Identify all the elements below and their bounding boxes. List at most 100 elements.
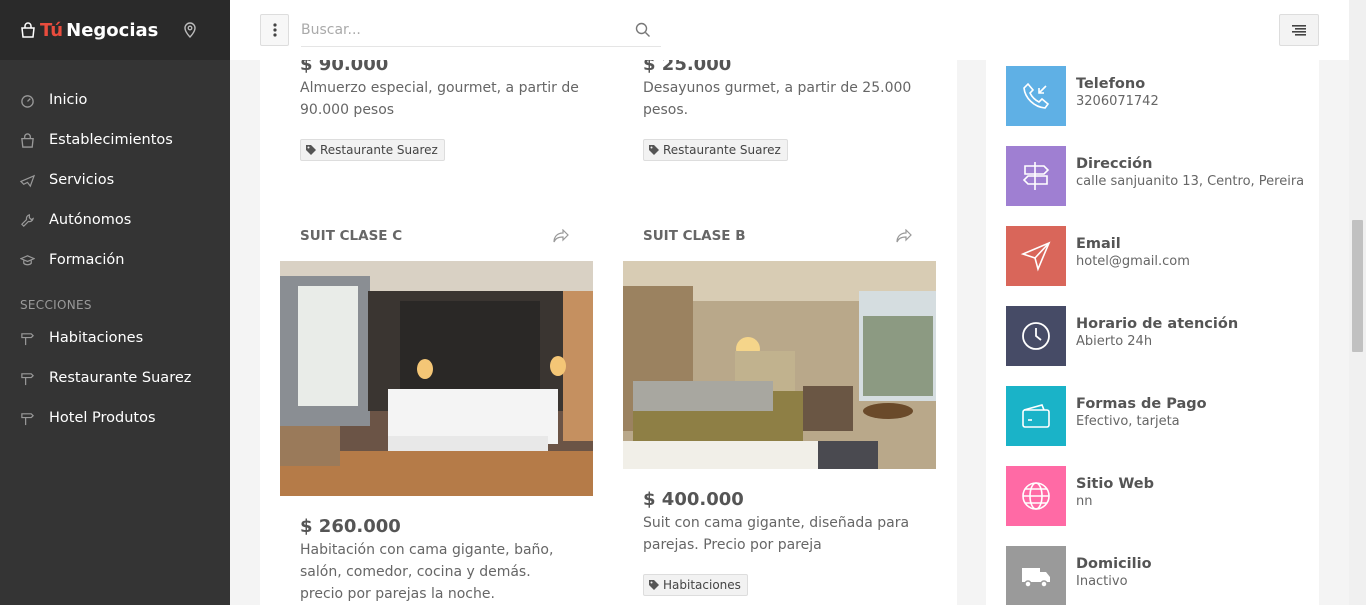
share-icon[interactable] — [553, 229, 569, 243]
search-bar — [301, 14, 661, 47]
contact-value: Efectivo, tarjeta — [1076, 414, 1180, 429]
contact-icon-box — [1006, 466, 1066, 526]
product-description: Suit con cama gigante, diseñada para par… — [643, 515, 910, 553]
panel-toggle-button[interactable] — [1279, 14, 1319, 46]
contact-text: Email hotel@gmail.com — [1076, 226, 1190, 286]
nav-item-habitaciones[interactable]: Habitaciones — [0, 318, 230, 358]
nav-item-establecimientos[interactable]: Establecimientos — [0, 120, 230, 160]
nav-label: Inicio — [49, 92, 88, 108]
product-card: $ 25.000 Desayunos gurmet, a partir de 2… — [643, 60, 913, 161]
nav-item-formacion[interactable]: Formación — [0, 240, 230, 280]
contact-domicilio[interactable]: Domicilio Inactivo — [1006, 546, 1152, 605]
product-card: $ 90.000 Almuerzo especial, gourmet, a p… — [300, 60, 590, 161]
sidebar: Tú Negocias Inicio Establecimientos Serv… — [0, 0, 230, 605]
list-icon — [1292, 24, 1306, 36]
truck-icon — [1022, 568, 1050, 588]
product-image-suit-c[interactable] — [280, 261, 593, 496]
contact-icon-box — [1006, 226, 1066, 286]
nav-item-restaurante-suarez[interactable]: Restaurante Suarez — [0, 358, 230, 398]
products-grid: $ 90.000 Almuerzo especial, gourmet, a p… — [260, 60, 957, 605]
shopping-bag-icon — [21, 22, 35, 38]
contact-horario[interactable]: Horario de atención Abierto 24h — [1006, 306, 1238, 366]
signpost-icon — [1022, 162, 1050, 190]
hotel-room-image — [280, 261, 593, 496]
product-title-text: SUIT CLASE C — [300, 228, 403, 244]
contact-formas-pago[interactable]: Formas de Pago Efectivo, tarjeta — [1006, 386, 1207, 446]
location-pin-icon[interactable] — [183, 22, 197, 38]
phone-incoming-icon — [1023, 82, 1050, 109]
wallet-icon — [1022, 404, 1050, 428]
sections-heading: SECCIONES — [20, 298, 92, 312]
contact-text: Formas de Pago Efectivo, tarjeta — [1076, 386, 1207, 446]
product-title: SUIT CLASE C — [300, 228, 402, 244]
contact-text: Dirección calle sanjuanito 13, Centro, P… — [1076, 146, 1304, 206]
contact-text: Telefono 3206071742 — [1076, 66, 1159, 126]
vertical-dots-icon — [272, 23, 277, 37]
contact-direccion[interactable]: Dirección calle sanjuanito 13, Centro, P… — [1006, 146, 1304, 206]
contact-title: Domicilio — [1076, 556, 1152, 572]
product-tag[interactable]: Restaurante Suarez — [643, 139, 788, 161]
contact-text: Horario de atención Abierto 24h — [1076, 306, 1238, 366]
tag-icon — [649, 580, 659, 590]
contact-title: Dirección — [1076, 156, 1153, 172]
signpost-icon — [21, 412, 34, 425]
plane-icon — [20, 174, 35, 187]
signpost-icon — [21, 332, 34, 345]
scrollbar-thumb[interactable] — [1352, 220, 1363, 352]
product-description: Habitación con cama gigante, baño, salón… — [300, 542, 554, 602]
nav-label: Restaurante Suarez — [49, 370, 192, 386]
tag-label: Restaurante Suarez — [663, 143, 781, 157]
nav-label: Hotel Produtos — [49, 410, 156, 426]
search-icon[interactable] — [635, 22, 651, 38]
nav-label: Formación — [49, 252, 125, 268]
contact-sitio-web[interactable]: Sitio Web nn — [1006, 466, 1154, 526]
contact-title: Sitio Web — [1076, 476, 1155, 492]
contact-email[interactable]: Email hotel@gmail.com — [1006, 226, 1190, 286]
product-price: $ 25.000 — [643, 60, 732, 75]
share-icon[interactable] — [896, 229, 912, 243]
bag-icon — [21, 132, 34, 148]
contact-telefono[interactable]: Telefono 3206071742 — [1006, 66, 1159, 126]
dashboard-icon — [21, 94, 34, 108]
tag-icon — [306, 145, 316, 155]
product-description: Almuerzo especial, gourmet, a partir de … — [300, 80, 579, 118]
contact-icon-box — [1006, 146, 1066, 206]
product-description: Desayunos gurmet, a partir de 25.000 pes… — [643, 80, 912, 118]
nav-label: Establecimientos — [49, 132, 173, 148]
nav-item-inicio[interactable]: Inicio — [0, 80, 230, 120]
product-price: $ 90.000 — [300, 60, 389, 75]
nav-item-autonomos[interactable]: Autónomos — [0, 200, 230, 240]
brand[interactable]: Tú Negocias — [0, 0, 230, 60]
contact-value: 3206071742 — [1076, 94, 1159, 109]
contact-value: hotel@gmail.com — [1076, 254, 1190, 269]
contact-value: Abierto 24h — [1076, 334, 1153, 349]
contact-icon-box — [1006, 546, 1066, 605]
globe-icon — [1022, 482, 1050, 510]
more-options-button[interactable] — [260, 14, 289, 46]
nav-item-hotel-produtos[interactable]: Hotel Produtos — [0, 398, 230, 438]
nav-label: Servicios — [49, 172, 115, 188]
wrench-icon — [21, 213, 34, 227]
product-tag[interactable]: Habitaciones — [643, 574, 748, 596]
product-card: $ 260.000 Habitación con cama gigante, b… — [300, 516, 570, 605]
send-icon — [1020, 241, 1051, 272]
product-title: SUIT CLASE B — [643, 228, 746, 244]
product-price: $ 400.000 — [643, 489, 744, 510]
brand-name: Negocias — [66, 19, 159, 41]
contact-icon-box — [1006, 386, 1066, 446]
contact-icon-box — [1006, 66, 1066, 126]
product-image-suit-b[interactable] — [623, 261, 936, 469]
contact-icon-box — [1006, 306, 1066, 366]
contact-title: Horario de atención — [1076, 316, 1239, 332]
main-nav: Inicio Establecimientos Servicios Autóno… — [0, 60, 230, 438]
contact-title: Email — [1076, 236, 1121, 252]
contact-text: Sitio Web nn — [1076, 466, 1154, 526]
clock-icon — [1022, 322, 1050, 350]
nav-item-servicios[interactable]: Servicios — [0, 160, 230, 200]
page-scrollbar[interactable] — [1349, 0, 1366, 605]
tag-icon — [649, 145, 659, 155]
graduation-cap-icon — [20, 254, 35, 265]
tag-label: Habitaciones — [663, 578, 741, 592]
search-input[interactable] — [301, 14, 621, 46]
product-tag[interactable]: Restaurante Suarez — [300, 139, 445, 161]
